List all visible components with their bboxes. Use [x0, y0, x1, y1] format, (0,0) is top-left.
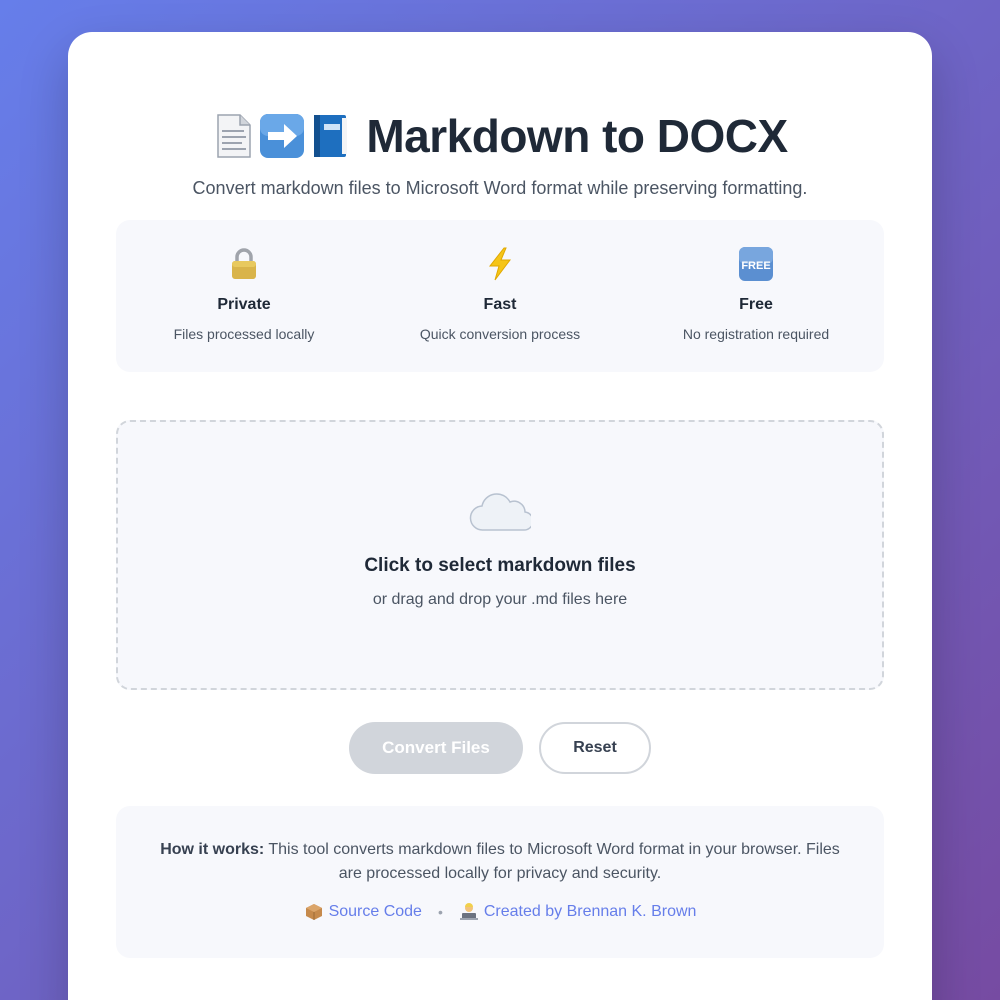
feature-title: Fast [483, 296, 517, 313]
feature-desc: Files processed locally [173, 326, 315, 342]
convert-files-button[interactable]: Convert Files [349, 722, 523, 774]
feature-title: Free [739, 296, 773, 313]
page-subtitle: Convert markdown files to Microsoft Word… [192, 178, 808, 198]
lightning-icon [485, 246, 515, 282]
source-code-link[interactable]: Source Code [304, 902, 422, 922]
dropzone-subtitle: or drag and drop your .md files here [372, 591, 628, 608]
feature-free: FREE Free No registration required [628, 220, 884, 372]
source-code-label: Source Code [328, 903, 422, 920]
free-icon: FREE [738, 246, 774, 282]
page-header: Markdown to DOCX [68, 106, 932, 166]
info-heading: How it works: [160, 841, 265, 858]
features-panel: Private Files processed locally Fast Qui… [116, 220, 884, 372]
blue-book-icon [314, 115, 348, 157]
feature-fast: Fast Quick conversion process [372, 220, 628, 372]
main-card: Markdown to DOCX Convert markdown files … [68, 32, 932, 1000]
dropzone-title: Click to select markdown files [364, 555, 636, 576]
feature-desc: No registration required [682, 326, 830, 342]
action-buttons: Convert Files Reset [68, 722, 932, 774]
author-link[interactable]: Created by Brennan K. Brown [459, 902, 697, 922]
footer-links: Source Code • Created by Brennan K. Brow… [152, 902, 848, 922]
info-panel: How it works: This tool converts markdow… [116, 806, 884, 958]
right-arrow-icon [260, 114, 305, 158]
author-label: Created by Brennan K. Brown [483, 903, 697, 920]
feature-private: Private Files processed locally [116, 220, 372, 372]
feature-title: Private [217, 296, 271, 313]
reset-button[interactable]: Reset [539, 722, 651, 774]
title-icons [212, 112, 354, 160]
file-dropzone[interactable]: Click to select markdown files or drag a… [116, 420, 884, 690]
cloud-icon [469, 492, 534, 537]
technologist-icon [459, 903, 478, 920]
package-icon [305, 904, 322, 920]
info-body: This tool converts markdown files to Mic… [264, 841, 840, 882]
info-text: How it works: This tool converts markdow… [152, 838, 848, 886]
page-icon [217, 114, 252, 158]
svg-text:FREE: FREE [741, 260, 770, 272]
link-separator: • [437, 904, 443, 920]
lock-icon [229, 246, 259, 282]
feature-desc: Quick conversion process [419, 326, 581, 342]
page-title: Markdown to DOCX [366, 110, 788, 162]
